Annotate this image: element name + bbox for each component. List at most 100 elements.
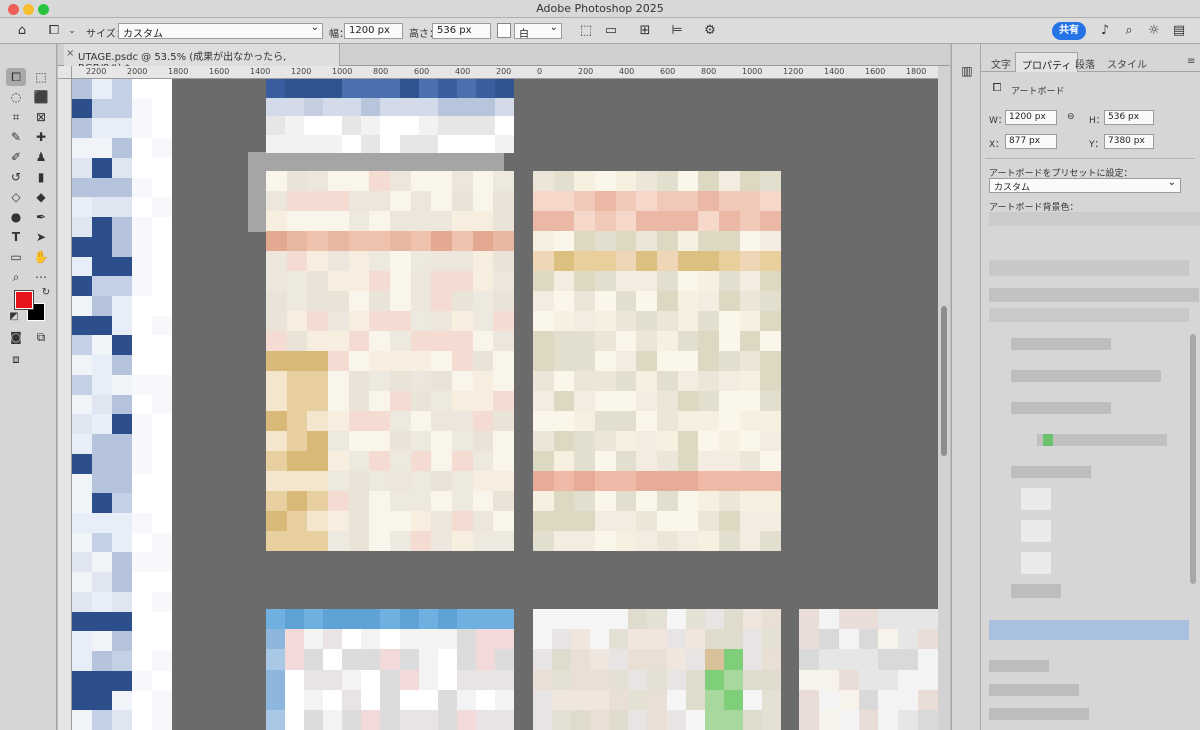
- tab-styles[interactable]: スタイル: [1101, 52, 1153, 72]
- type-tool-icon[interactable]: T: [6, 228, 26, 246]
- obscured-pixel: [112, 335, 133, 356]
- obscured-pixel: [152, 374, 172, 396]
- path-select-tool-icon[interactable]: ➤: [31, 228, 51, 246]
- screen-mode-icon[interactable]: ⧉: [31, 328, 51, 346]
- frame-tool-icon[interactable]: ⊠: [31, 108, 51, 126]
- lightbulb-icon[interactable]: ☼: [1146, 23, 1162, 39]
- marquee-tool-icon[interactable]: ⬚: [31, 68, 51, 86]
- obscured-pixel: [348, 471, 370, 492]
- panel-menu-icon[interactable]: ≡: [1181, 52, 1200, 72]
- crop-tool-icon[interactable]: ⌗: [6, 108, 26, 126]
- align-icon[interactable]: ⊨: [669, 23, 685, 39]
- settings-gear-icon[interactable]: ⚙: [702, 23, 718, 39]
- obscured-pixel: [266, 451, 288, 472]
- artboard-x-field[interactable]: 877 px: [1005, 134, 1057, 149]
- brush-tool-icon[interactable]: ✐: [6, 148, 26, 166]
- obscured-pixel: [636, 351, 658, 372]
- artboard-left[interactable]: [72, 79, 172, 730]
- obscured-pixel: [92, 473, 113, 494]
- close-tab-icon[interactable]: ×: [66, 48, 74, 59]
- home-icon[interactable]: ⌂: [14, 23, 30, 39]
- search-icon[interactable]: ⌕: [1121, 23, 1137, 39]
- obscured-pixel: [685, 649, 706, 670]
- artboard-width-field[interactable]: 1200 px: [1005, 110, 1057, 125]
- obscured-pixel: [878, 689, 899, 711]
- background-dropdown[interactable]: 白: [514, 23, 562, 39]
- obscured-pixel: [878, 709, 899, 730]
- artboard-lower-2[interactable]: [533, 609, 781, 730]
- obscured-pixel: [112, 493, 133, 514]
- artboard-tool-icon[interactable]: ⧠: [6, 68, 26, 86]
- add-artboard-icon[interactable]: ⊞: [637, 23, 653, 39]
- obscured-pixel: [452, 351, 474, 372]
- foreground-color-swatch[interactable]: [14, 290, 34, 310]
- rectangle-tool-icon[interactable]: ▭: [6, 248, 26, 266]
- pen-tool-icon[interactable]: ✒: [31, 208, 51, 226]
- libraries-icon[interactable]: ▥: [957, 62, 977, 80]
- obscured-pixel: [328, 331, 350, 352]
- obscured-pixel: [92, 256, 113, 277]
- obscured-pixel: [152, 434, 172, 455]
- workspace-icon[interactable]: ▤: [1171, 23, 1187, 39]
- preset-dropdown[interactable]: カスタム: [989, 177, 1181, 193]
- obscured-pixel: [266, 211, 288, 232]
- artboard-top[interactable]: [266, 79, 514, 153]
- document-tab[interactable]: × UTAGE.psdc @ 53.5% (成果が出なかったら, RGB/8#)…: [64, 44, 340, 74]
- eraser-tool-icon[interactable]: ◇: [6, 188, 26, 206]
- eyedropper-tool-icon[interactable]: ✎: [6, 128, 26, 146]
- artboard-y-field[interactable]: 7380 px: [1104, 134, 1154, 149]
- obscured-pixel: [723, 709, 744, 730]
- swap-colors-icon[interactable]: ↻: [36, 284, 56, 302]
- stamp-tool-icon[interactable]: ♟: [31, 148, 51, 166]
- background-color-swatch[interactable]: [497, 23, 511, 38]
- blur-tool-icon[interactable]: ◆: [31, 188, 51, 206]
- obscured-pixel: [328, 451, 350, 472]
- default-colors-icon[interactable]: ◩: [4, 308, 24, 326]
- size-dropdown[interactable]: カスタム: [118, 23, 323, 39]
- tab-paragraph[interactable]: 段落: [1069, 52, 1101, 72]
- gradient-tool-icon[interactable]: ▮: [31, 168, 51, 186]
- obscured-pixel: [595, 411, 617, 432]
- scrollbar-thumb[interactable]: [941, 306, 947, 456]
- lasso-tool-icon[interactable]: ◌: [6, 88, 26, 106]
- height-field[interactable]: 536 px: [432, 23, 491, 39]
- obscured-pixel: [266, 511, 288, 532]
- healing-brush-icon[interactable]: ✚: [31, 128, 51, 146]
- fit-artboard-icon[interactable]: ▭: [603, 23, 619, 39]
- dodge-tool-icon[interactable]: ●: [6, 208, 26, 226]
- crop-artboard-icon[interactable]: ⬚: [578, 23, 594, 39]
- artboard-content-1[interactable]: [266, 171, 514, 551]
- obscured-pixel: [286, 271, 308, 292]
- artboard-lower-1[interactable]: [266, 609, 514, 730]
- obscured-pixel: [452, 311, 474, 332]
- obscured-pixel: [369, 231, 391, 252]
- ruler-tick-label: 1400: [824, 67, 845, 76]
- link-icon[interactable]: ⊖: [1067, 112, 1075, 122]
- artboard-tool-icon[interactable]: ⧠: [46, 23, 62, 39]
- obscured-pixel: [92, 434, 113, 455]
- canvas-scrollbar[interactable]: [938, 66, 950, 730]
- obscured-pixel: [452, 511, 474, 532]
- notification-bell-icon[interactable]: ♪: [1097, 23, 1113, 39]
- artboard-lower-3[interactable]: [799, 609, 938, 730]
- obscured-pixel: [369, 531, 391, 551]
- share-button[interactable]: 共有: [1052, 22, 1086, 40]
- obscured-pixel: [898, 669, 919, 691]
- artboard-height-field[interactable]: 536 px: [1104, 110, 1154, 125]
- obscured-pixel: [112, 591, 133, 613]
- zoom-tool-icon[interactable]: ⌕: [6, 268, 26, 286]
- obscured-pixel: [760, 251, 781, 272]
- edit-toolbar-icon[interactable]: ⧈: [6, 350, 26, 368]
- chevron-down-icon[interactable]: ⌄: [64, 23, 80, 39]
- tab-character[interactable]: 文字: [985, 52, 1017, 72]
- history-brush-icon[interactable]: ↺: [6, 168, 26, 186]
- object-select-tool-icon[interactable]: ⬛: [31, 88, 51, 106]
- artboard-content-2[interactable]: [533, 171, 781, 551]
- width-field[interactable]: 1200 px: [344, 23, 403, 39]
- obscured-pixel: [799, 669, 820, 691]
- panel-scrollbar[interactable]: [1190, 334, 1196, 584]
- document-canvas[interactable]: [72, 79, 938, 730]
- obscured-pixel: [390, 451, 412, 472]
- quick-mask-icon[interactable]: ◙: [6, 328, 26, 346]
- hand-tool-icon[interactable]: ✋: [31, 248, 51, 266]
